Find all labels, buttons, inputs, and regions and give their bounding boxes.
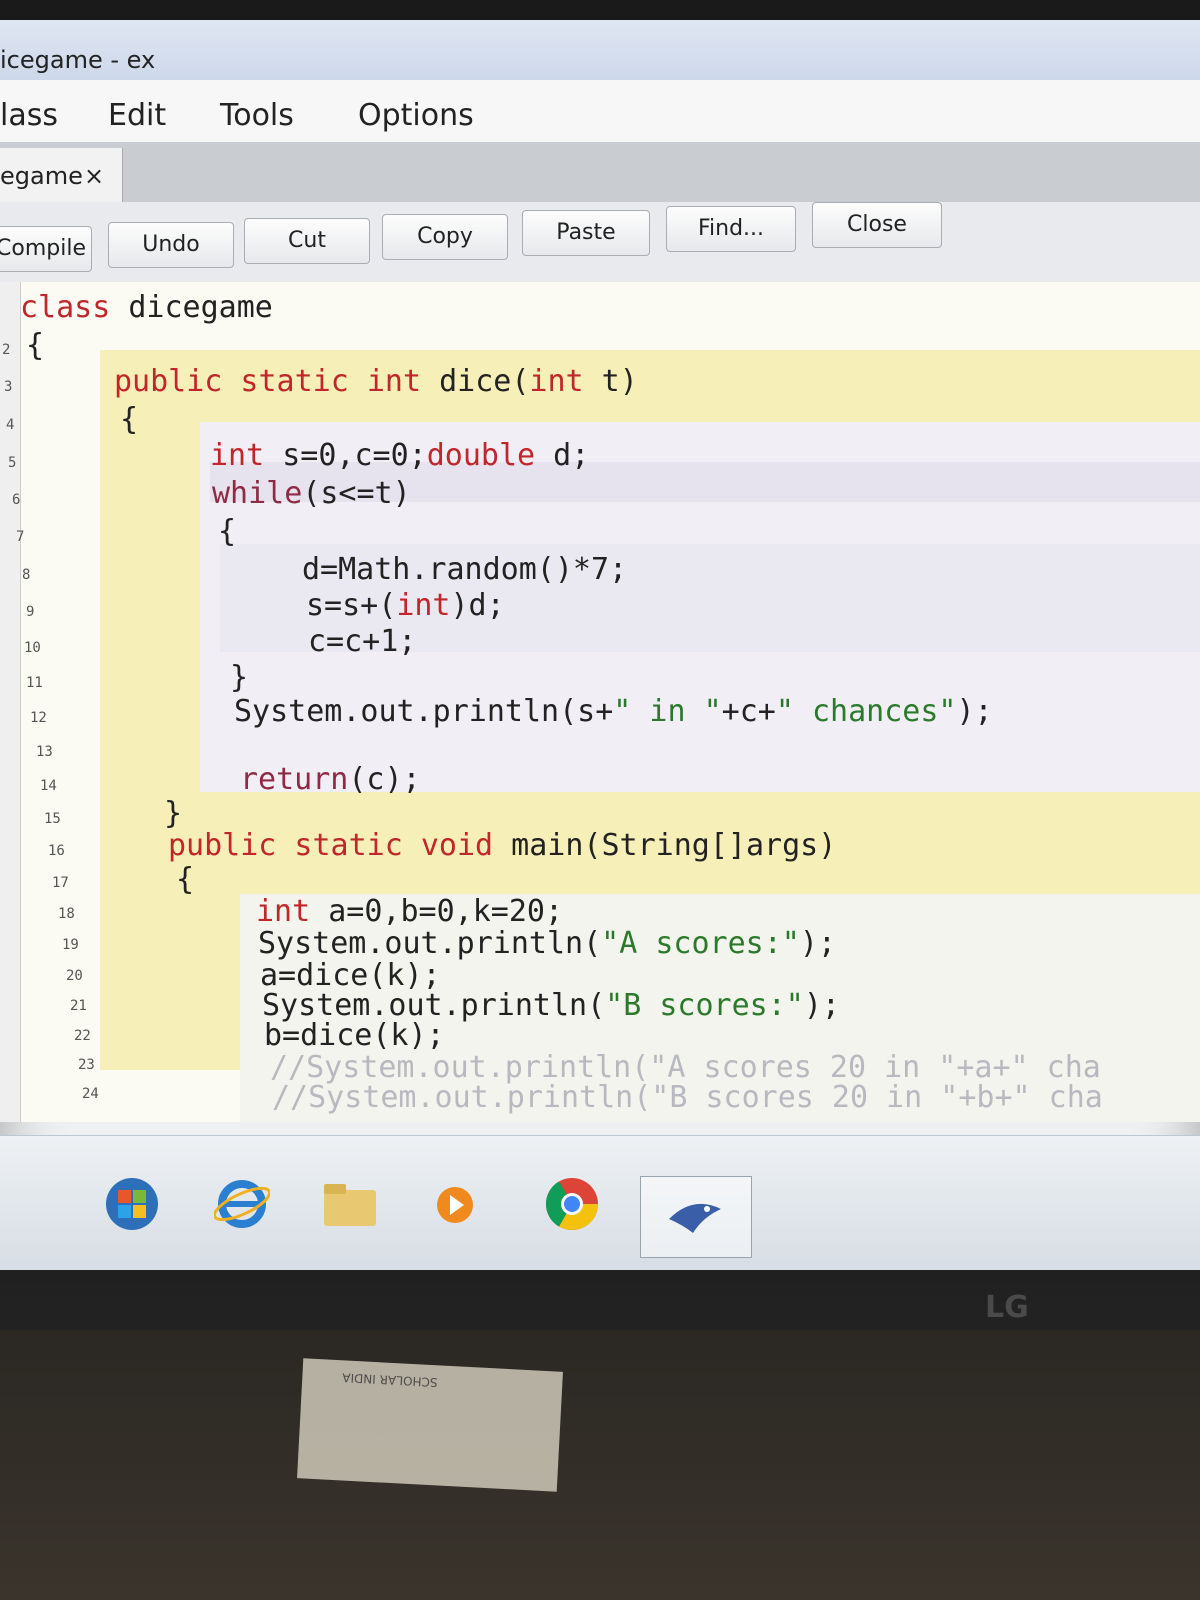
line-number: 5 [8, 455, 17, 471]
code-line: } [164, 796, 183, 831]
line-number: 10 [24, 640, 41, 656]
code-line: System.out.println("A scores:"); [258, 926, 836, 961]
line-number: 13 [36, 744, 53, 760]
window-titlebar: icegame - ex [0, 20, 1200, 81]
undo-button[interactable]: Undo [108, 222, 234, 268]
chrome-icon[interactable] [542, 1174, 602, 1234]
code-line: int a=0,b=0,k=20; [256, 894, 564, 929]
line-number: 8 [22, 567, 31, 583]
menu-tools[interactable]: Tools [220, 98, 294, 133]
code-line: s=s+(int)d; [306, 588, 505, 623]
line-number: 17 [52, 875, 69, 891]
line-number: 2 [2, 342, 11, 358]
line-number: 18 [58, 906, 75, 922]
bluej-icon [669, 1203, 721, 1233]
line-number: 20 [66, 968, 83, 984]
line-number: 19 [62, 937, 79, 953]
menu-edit[interactable]: Edit [108, 98, 166, 133]
menu-class[interactable]: lass [0, 98, 58, 133]
menu-options[interactable]: Options [358, 98, 474, 133]
line-number: 23 [78, 1057, 95, 1073]
monitor-screen: icegame - ex lass Edit Tools Options ega… [0, 20, 1200, 1270]
desk-card-text: SCHOLAR INDIA [342, 1370, 438, 1390]
line-number: 7 [16, 529, 25, 545]
line-number: 16 [48, 843, 65, 859]
code-line: public static void main(String[]args) [168, 828, 837, 863]
window-title: icegame - ex [0, 46, 156, 74]
media-player-icon[interactable] [430, 1180, 480, 1230]
code-line: int s=0,c=0;double d; [210, 438, 590, 473]
close-button[interactable]: Close [812, 202, 942, 248]
cut-button[interactable]: Cut [244, 218, 370, 264]
paste-button[interactable]: Paste [522, 210, 650, 256]
file-explorer-icon[interactable] [320, 1180, 380, 1230]
code-line: { [120, 402, 139, 437]
code-line: return(c); [240, 762, 421, 797]
commented-code-line: //System.out.println("B scores 20 in "+b… [272, 1080, 1103, 1115]
copy-button[interactable]: Copy [382, 214, 508, 260]
active-task-bluej[interactable] [640, 1176, 752, 1258]
close-tab-icon[interactable]: × [84, 162, 104, 190]
desk-surface [0, 1330, 1200, 1600]
code-line: class dicegame [20, 290, 273, 325]
line-number: 14 [40, 778, 57, 794]
code-line: { [176, 862, 195, 897]
line-number: 15 [44, 811, 61, 827]
desk-card: SCHOLAR INDIA [297, 1358, 563, 1492]
code-line: { [218, 514, 237, 549]
tab-label: egame [0, 162, 83, 190]
monitor-brand-logo: LG [985, 1290, 1029, 1325]
line-number: 3 [4, 379, 13, 395]
line-number: 11 [26, 675, 43, 691]
code-line: c=c+1; [308, 624, 417, 659]
code-line: b=dice(k); [264, 1018, 445, 1053]
line-number: 4 [6, 417, 15, 433]
code-line: } [230, 660, 249, 695]
code-editor[interactable]: 2 3 4 5 6 7 8 9 10 11 12 13 14 15 16 17 … [0, 282, 1200, 1122]
windows-taskbar [0, 1135, 1200, 1270]
code-line: System.out.println(s+" in "+c+" chances"… [234, 694, 993, 729]
code-line: { [26, 328, 45, 363]
line-number: 9 [26, 604, 35, 620]
line-number: 22 [74, 1028, 91, 1044]
tab-dicegame[interactable]: egame × [0, 148, 123, 202]
line-number: 21 [70, 998, 87, 1014]
line-number-gutter [0, 282, 21, 1122]
tab-strip: egame × [0, 142, 1200, 202]
internet-explorer-icon[interactable] [214, 1176, 270, 1232]
code-line: while(s<=t) [212, 476, 411, 511]
line-number: 12 [30, 710, 47, 726]
windows-start-icon[interactable] [100, 1176, 164, 1232]
line-number: 6 [12, 492, 21, 508]
line-number: 24 [82, 1086, 99, 1102]
menu-bar: lass Edit Tools Options [0, 80, 1200, 143]
code-line: d=Math.random()*7; [302, 552, 628, 587]
compile-button[interactable]: Compile [0, 226, 92, 272]
toolbar: Compile Undo Cut Copy Paste Find... Clos… [0, 202, 1200, 283]
find-button[interactable]: Find... [666, 206, 796, 252]
code-line: public static int dice(int t) [114, 364, 638, 399]
